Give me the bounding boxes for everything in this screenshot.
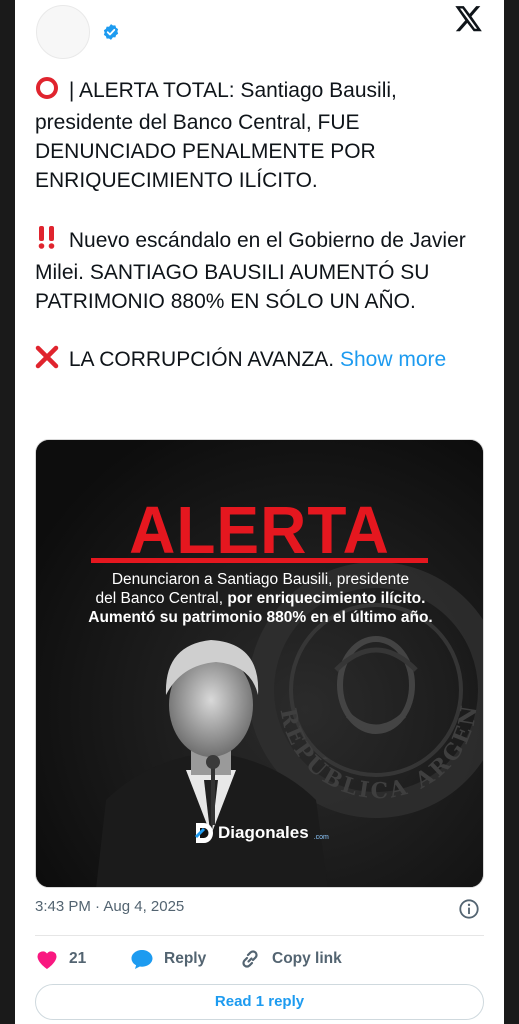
like-count: 21 bbox=[69, 950, 87, 967]
right-edge bbox=[504, 0, 519, 1024]
avatar[interactable] bbox=[36, 5, 90, 59]
action-bar: 21 Reply Copy link bbox=[35, 944, 342, 974]
tweet-text: | ALERTA TOTAL: Santiago Bausili, presid… bbox=[35, 76, 475, 377]
brand-watermark: Diagonales .com bbox=[194, 822, 329, 844]
tweet-image[interactable]: ALERTA Denunciaron a Santiago Bausili, p… bbox=[35, 439, 484, 888]
tweet-paragraph: Nuevo escándalo en el Gobierno de Javier… bbox=[35, 224, 475, 316]
copy-link-label: Copy link bbox=[272, 950, 342, 967]
reply-label: Reply bbox=[164, 950, 207, 967]
like-button[interactable]: 21 bbox=[35, 948, 130, 970]
verified-badge-icon bbox=[103, 24, 119, 40]
show-more-link[interactable]: Show more bbox=[340, 348, 446, 371]
tweet-paragraph-text: Nuevo escándalo en el Gobierno de Javier… bbox=[35, 229, 466, 313]
left-edge bbox=[0, 0, 15, 1024]
copy-link-button[interactable]: Copy link bbox=[238, 948, 342, 970]
brand-suffix: .com bbox=[313, 834, 329, 841]
double-exclamation-icon bbox=[35, 224, 63, 258]
tweet-timestamp[interactable]: 3:43 PM · Aug 4, 2025 bbox=[35, 898, 184, 915]
red-cross-icon bbox=[35, 345, 63, 377]
seal-text: REPÚBLICA ARGENTINA bbox=[36, 440, 480, 804]
reply-bubble-icon bbox=[131, 950, 153, 969]
x-logo-icon[interactable] bbox=[455, 6, 483, 32]
tweet-paragraph-text: | ALERTA TOTAL: Santiago Bausili, presid… bbox=[35, 79, 397, 192]
reply-button[interactable]: Reply bbox=[130, 948, 238, 970]
info-icon[interactable] bbox=[458, 898, 480, 920]
diagonales-logo-icon bbox=[194, 823, 213, 843]
red-circle-icon bbox=[35, 76, 63, 108]
tweet-paragraph: LA CORRUPCIÓN AVANZA. Show more bbox=[35, 345, 475, 377]
tweet-card: | ALERTA TOTAL: Santiago Bausili, presid… bbox=[15, 0, 504, 1024]
seal-text-layer: REPÚBLICA ARGENTINA bbox=[36, 440, 483, 804]
divider bbox=[35, 935, 484, 936]
svg-text:REPÚBLICA ARGENTINA: REPÚBLICA ARGENTINA bbox=[36, 440, 483, 804]
heart-icon bbox=[37, 951, 57, 969]
link-icon bbox=[242, 950, 258, 968]
brand-name: Diagonales bbox=[218, 823, 309, 842]
read-replies-button[interactable]: Read 1 reply bbox=[35, 984, 484, 1020]
tweet-paragraph-text: LA CORRUPCIÓN AVANZA. bbox=[68, 348, 335, 371]
tweet-paragraph: | ALERTA TOTAL: Santiago Bausili, presid… bbox=[35, 76, 475, 195]
